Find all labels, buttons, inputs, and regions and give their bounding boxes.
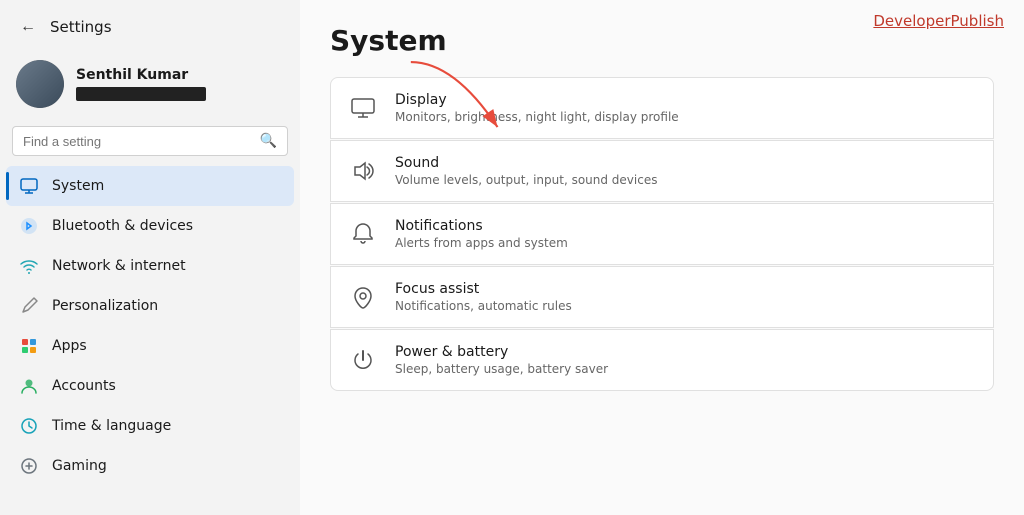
sidebar-item-accounts-label: Accounts (52, 378, 116, 394)
system-icon (18, 175, 40, 197)
user-name: Senthil Kumar (76, 67, 206, 83)
search-icon: 🔍 (260, 133, 277, 149)
network-icon (18, 255, 40, 277)
setting-power-name: Power & battery (395, 344, 608, 360)
setting-notifications-name: Notifications (395, 218, 568, 234)
sidebar-item-time[interactable]: Time & language (6, 406, 294, 446)
time-icon (18, 415, 40, 437)
sidebar-item-apps[interactable]: Apps (6, 326, 294, 366)
setting-power[interactable]: Power & battery Sleep, battery usage, ba… (330, 329, 994, 391)
back-button[interactable]: ← (16, 14, 40, 40)
setting-sound-desc: Volume levels, output, input, sound devi… (395, 173, 657, 187)
accounts-icon (18, 375, 40, 397)
setting-sound-text: Sound Volume levels, output, input, soun… (395, 155, 657, 187)
sidebar: ← Settings Senthil Kumar 🔍 System (0, 0, 300, 515)
sidebar-item-bluetooth[interactable]: Bluetooth & devices (6, 206, 294, 246)
sidebar-item-system[interactable]: System (6, 166, 294, 206)
gaming-icon (18, 455, 40, 477)
setting-notifications-desc: Alerts from apps and system (395, 236, 568, 250)
setting-power-desc: Sleep, battery usage, battery saver (395, 362, 608, 376)
user-profile[interactable]: Senthil Kumar (0, 50, 300, 122)
user-email-bar (76, 87, 206, 101)
notifications-icon (349, 220, 377, 248)
sidebar-item-network-label: Network & internet (52, 258, 186, 274)
display-icon (349, 94, 377, 122)
sidebar-item-accounts[interactable]: Accounts (6, 366, 294, 406)
sound-icon (349, 157, 377, 185)
setting-power-text: Power & battery Sleep, battery usage, ba… (395, 344, 608, 376)
search-box[interactable]: 🔍 (12, 126, 288, 156)
setting-notifications-text: Notifications Alerts from apps and syste… (395, 218, 568, 250)
apps-icon (18, 335, 40, 357)
sidebar-item-system-label: System (52, 178, 104, 194)
setting-notifications[interactable]: Notifications Alerts from apps and syste… (330, 203, 994, 265)
sidebar-item-apps-label: Apps (52, 338, 87, 354)
setting-focus[interactable]: Focus assist Notifications, automatic ru… (330, 266, 994, 328)
nav-list: System Bluetooth & devices Network & (0, 166, 300, 486)
sidebar-item-bluetooth-label: Bluetooth & devices (52, 218, 193, 234)
watermark: DeveloperPublish (873, 12, 1004, 30)
sidebar-item-time-label: Time & language (52, 418, 171, 434)
main-content: DeveloperPublish System (300, 0, 1024, 515)
setting-sound-name: Sound (395, 155, 657, 171)
sidebar-item-network[interactable]: Network & internet (6, 246, 294, 286)
app-title: Settings (50, 18, 112, 36)
user-info: Senthil Kumar (76, 67, 206, 101)
setting-focus-text: Focus assist Notifications, automatic ru… (395, 281, 572, 313)
focus-icon (349, 283, 377, 311)
personalization-icon (18, 295, 40, 317)
display-arrow (400, 50, 530, 150)
sidebar-header: ← Settings (0, 0, 300, 50)
sidebar-item-personalization-label: Personalization (52, 298, 158, 314)
sidebar-item-personalization[interactable]: Personalization (6, 286, 294, 326)
avatar (16, 60, 64, 108)
setting-focus-name: Focus assist (395, 281, 572, 297)
avatar-image (16, 60, 64, 108)
search-input[interactable] (23, 134, 252, 149)
sidebar-item-gaming-label: Gaming (52, 458, 107, 474)
power-icon (349, 346, 377, 374)
setting-focus-desc: Notifications, automatic rules (395, 299, 572, 313)
bluetooth-icon (18, 215, 40, 237)
sidebar-item-gaming[interactable]: Gaming (6, 446, 294, 486)
